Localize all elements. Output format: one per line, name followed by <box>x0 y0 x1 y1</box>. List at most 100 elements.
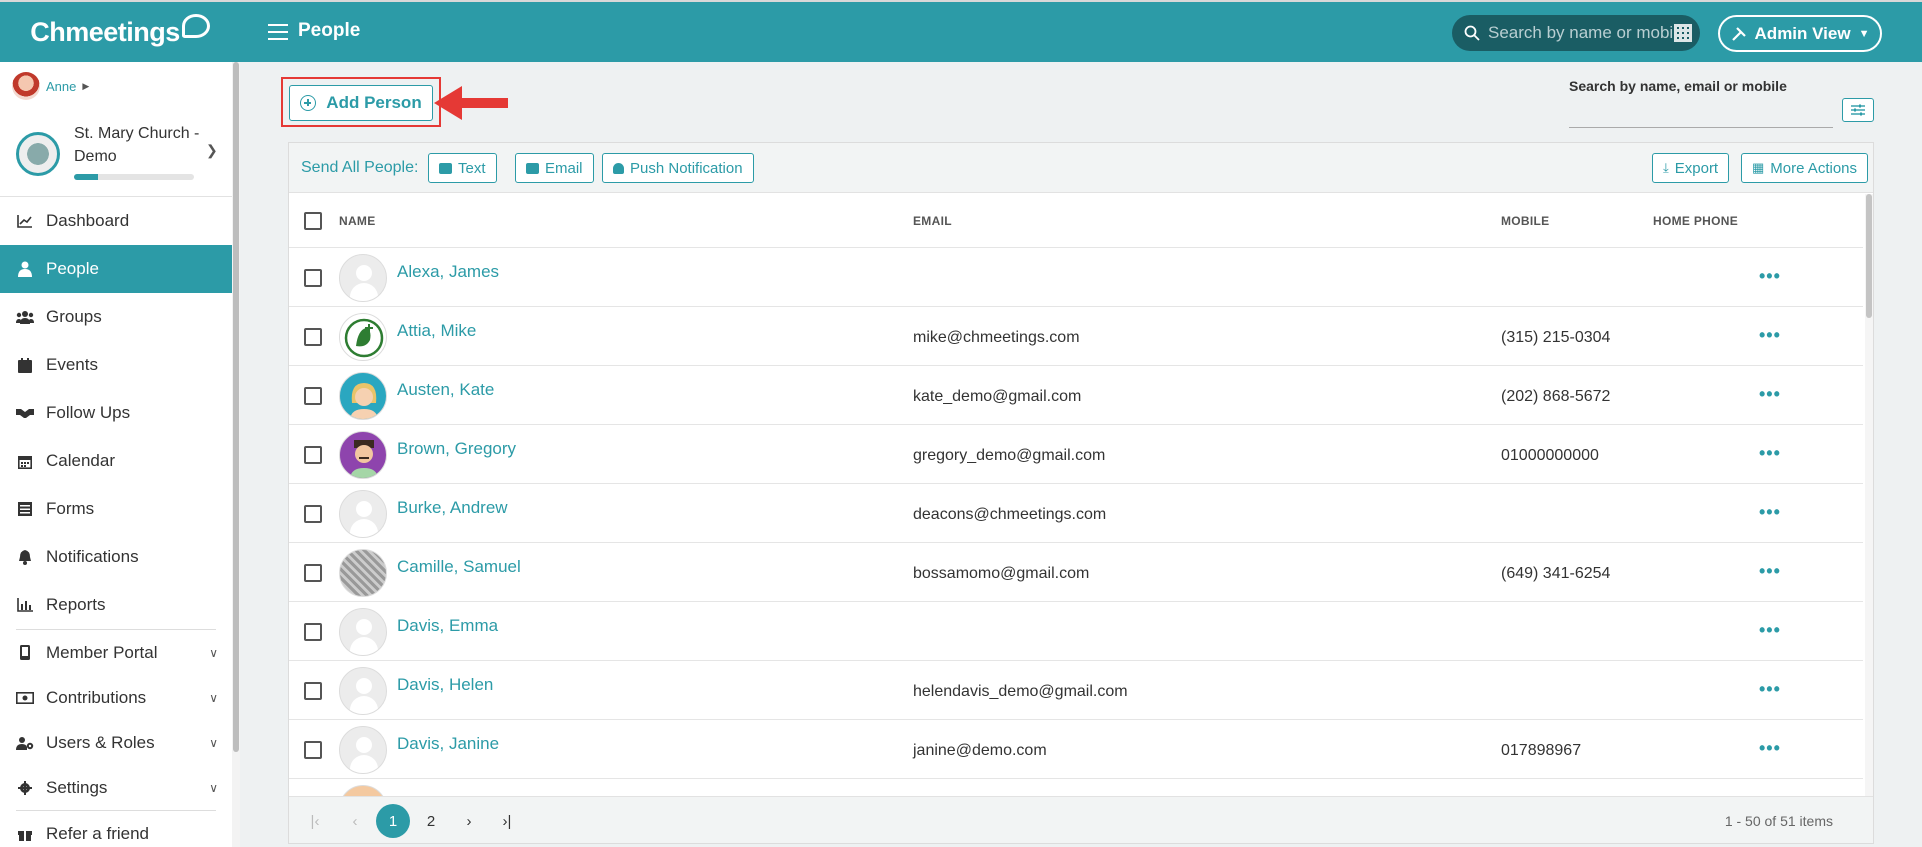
row-checkbox[interactable] <box>304 387 322 405</box>
export-label: Export <box>1674 159 1719 177</box>
sidebar-item-member-portal[interactable]: Member Portal ∨ <box>0 630 232 675</box>
menu-icon[interactable] <box>268 24 288 40</box>
person-name-link[interactable]: Alexa, James <box>397 262 499 282</box>
table-row[interactable]: Davis, Janine janine@demo.com 017898967 … <box>289 720 1863 779</box>
more-options-icon[interactable]: ••• <box>1759 266 1781 287</box>
user-name: Anne <box>46 78 77 94</box>
chevron-down-icon: ∨ <box>209 735 218 750</box>
row-checkbox[interactable] <box>304 682 322 700</box>
sidebar-item-users-roles[interactable]: Users & Roles ∨ <box>0 720 232 765</box>
row-checkbox[interactable] <box>304 328 322 346</box>
row-checkbox[interactable] <box>304 446 322 464</box>
search-icon <box>1464 25 1480 41</box>
table-row[interactable]: Camille, Samuel bossamomo@gmail.com (649… <box>289 543 1863 602</box>
avatar <box>339 313 387 361</box>
more-options-icon[interactable]: ••• <box>1759 738 1781 759</box>
top-search-box[interactable] <box>1452 15 1700 51</box>
person-name-link[interactable]: Burke, Andrew <box>397 498 508 518</box>
gear-icon <box>16 780 34 796</box>
person-name-link[interactable]: Attia, Mike <box>397 321 476 341</box>
sidebar-item-contributions[interactable]: Contributions ∨ <box>0 675 232 720</box>
push-notification-button[interactable]: Push Notification <box>602 153 754 183</box>
chevron-down-icon[interactable]: ❯ <box>206 142 218 159</box>
send-text-button[interactable]: Text <box>428 153 497 183</box>
person-name-link[interactable]: Austen, Kate <box>397 380 494 400</box>
table-row[interactable]: Brown, Gregory gregory_demo@gmail.com 01… <box>289 425 1863 484</box>
first-page-icon[interactable]: |‹ <box>301 807 329 835</box>
row-checkbox[interactable] <box>304 269 322 287</box>
sidebar-item-dashboard[interactable]: Dashboard <box>0 197 232 245</box>
add-person-button[interactable]: Add Person <box>289 85 433 121</box>
sidebar-scrollbar[interactable] <box>232 62 240 847</box>
qr-code-icon[interactable] <box>1674 24 1692 42</box>
row-checkbox[interactable] <box>304 564 322 582</box>
table-row[interactable]: Attia, Mike mike@chmeetings.com (315) 21… <box>289 307 1863 366</box>
row-checkbox[interactable] <box>304 505 322 523</box>
more-options-icon[interactable]: ••• <box>1759 325 1781 346</box>
table-row-partial[interactable] <box>289 779 1863 796</box>
sidebar-item-forms[interactable]: Forms <box>0 485 232 533</box>
person-name-link[interactable]: Camille, Samuel <box>397 557 521 577</box>
sidebar-item-notifications[interactable]: Notifications <box>0 533 232 581</box>
sidebar-item-people[interactable]: People <box>0 245 232 293</box>
prev-page-icon[interactable]: ‹ <box>341 807 369 835</box>
table-row[interactable]: Davis, Helen helendavis_demo@gmail.com •… <box>289 661 1863 720</box>
person-name-link[interactable]: Davis, Janine <box>397 734 499 754</box>
row-checkbox[interactable] <box>304 623 322 641</box>
sidebar-item-groups[interactable]: Groups <box>0 293 232 341</box>
table-row[interactable]: Austen, Kate kate_demo@gmail.com (202) 8… <box>289 366 1863 425</box>
column-header-home-phone[interactable]: HOME PHONE <box>1653 214 1738 228</box>
sidebar-item-follow-ups[interactable]: Follow Ups <box>0 389 232 437</box>
sidebar-item-calendar[interactable]: Calendar <box>0 437 232 485</box>
filter-settings-button[interactable] <box>1842 98 1874 122</box>
table-scroll-thumb[interactable] <box>1866 194 1872 318</box>
page-button-1[interactable]: 1 <box>376 804 410 838</box>
more-options-icon[interactable]: ••• <box>1759 561 1781 582</box>
more-options-icon[interactable]: ••• <box>1759 384 1781 405</box>
table-row[interactable]: Davis, Emma ••• <box>289 602 1863 661</box>
chart-line-icon <box>16 213 34 229</box>
people-table-body: Alexa, James ••• Attia, Mike mike@chmeet… <box>289 248 1863 796</box>
sidebar-item-settings[interactable]: Settings ∨ <box>0 765 232 810</box>
column-header-name[interactable]: NAME <box>339 214 376 228</box>
avatar <box>339 726 387 774</box>
table-scrollbar[interactable] <box>1865 194 1873 796</box>
table-row[interactable]: Alexa, James ••• <box>289 248 1863 307</box>
last-page-icon[interactable]: ›| <box>493 807 521 835</box>
user-menu[interactable]: Anne ▶ <box>12 72 89 100</box>
column-header-email[interactable]: EMAIL <box>913 214 952 228</box>
column-header-mobile[interactable]: MOBILE <box>1501 214 1549 228</box>
select-all-checkbox[interactable] <box>304 212 322 230</box>
sidebar-item-reports[interactable]: Reports <box>0 581 232 629</box>
sidebar-item-refer-a-friend[interactable]: Refer a friend <box>0 811 232 847</box>
more-options-icon[interactable]: ••• <box>1759 620 1781 641</box>
sidebar-scroll-thumb[interactable] <box>233 62 239 752</box>
bell-icon <box>613 162 624 174</box>
more-actions-button[interactable]: ▦ More Actions <box>1741 153 1869 183</box>
person-name-link[interactable]: Davis, Helen <box>397 675 493 695</box>
person-name-link[interactable]: Brown, Gregory <box>397 439 516 459</box>
setup-progress-bar <box>74 174 194 180</box>
brand-logo[interactable]: Chmeetings <box>0 2 240 62</box>
row-checkbox[interactable] <box>304 741 322 759</box>
sidebar-item-events[interactable]: Events <box>0 341 232 389</box>
export-button[interactable]: ⤓ Export <box>1652 153 1730 183</box>
more-options-icon[interactable]: ••• <box>1759 679 1781 700</box>
people-search-input[interactable] <box>1569 98 1833 128</box>
admin-view-button[interactable]: Admin View ▼ <box>1718 15 1882 52</box>
user-avatar <box>12 72 40 100</box>
top-search-input[interactable] <box>1488 23 1674 43</box>
admin-view-label: Admin View <box>1754 23 1851 43</box>
more-options-icon[interactable]: ••• <box>1759 502 1781 523</box>
avatar <box>339 490 387 538</box>
bar-chart-icon <box>16 597 34 613</box>
more-options-icon[interactable]: ••• <box>1759 443 1781 464</box>
page-button-2[interactable]: 2 <box>417 807 445 835</box>
table-row[interactable]: Burke, Andrew deacons@chmeetings.com ••• <box>289 484 1863 543</box>
next-page-icon[interactable]: › <box>455 807 483 835</box>
progress-fill <box>74 174 98 180</box>
sidebar-item-label: Calendar <box>46 451 115 470</box>
pointer-arrow-icon <box>434 86 508 120</box>
person-name-link[interactable]: Davis, Emma <box>397 616 498 636</box>
send-email-button[interactable]: Email <box>515 153 594 183</box>
